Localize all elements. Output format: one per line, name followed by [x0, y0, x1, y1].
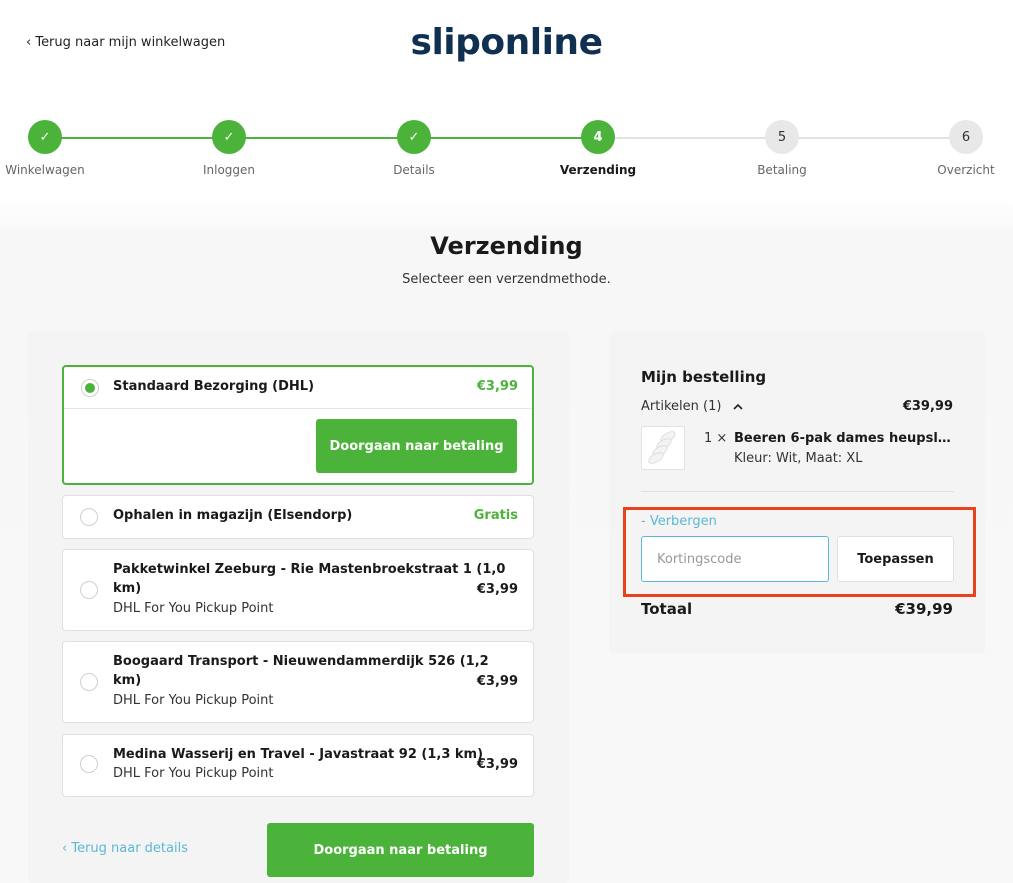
option-title-line2: km): [113, 581, 142, 596]
back-to-details-link[interactable]: ‹ Terug naar details: [62, 841, 188, 856]
option-subtitle: DHL For You Pickup Point: [113, 601, 274, 616]
option-price: €3,99: [476, 674, 518, 689]
step-label: Details: [393, 163, 435, 177]
check-icon: ✓: [28, 120, 62, 154]
shipping-option-medina-wasserij[interactable]: Medina Wasserij en Travel - Javastraat 9…: [62, 734, 534, 797]
radio-button[interactable]: [81, 379, 99, 397]
step-number: 6: [949, 120, 983, 154]
articles-toggle[interactable]: Artikelen (1): [641, 399, 744, 414]
step-winkelwagen[interactable]: ✓ Winkelwagen: [0, 120, 105, 177]
shipping-option-boogaard-transport[interactable]: Boogaard Transport - Nieuwendammerdijk 5…: [62, 641, 534, 723]
step-details[interactable]: ✓ Details: [354, 120, 474, 177]
step-number: 4: [581, 120, 615, 154]
total-label: Totaal: [641, 600, 693, 618]
shipping-option-pickup-warehouse[interactable]: Ophalen in magazijn (Elsendorp) Gratis: [62, 495, 534, 539]
option-title: Standaard Bezorging (DHL): [113, 379, 315, 394]
check-icon: ✓: [397, 120, 431, 154]
page-subtitle: Selecteer een verzendmethode.: [402, 272, 611, 287]
product-image-icon: [648, 431, 676, 464]
articles-price: €39,99: [902, 399, 953, 414]
page-title: Verzending: [430, 232, 583, 260]
item-quantity: 1 ×: [704, 431, 728, 446]
option-price: €3,99: [476, 757, 518, 772]
continue-payment-button-inline[interactable]: Doorgaan naar betaling: [316, 419, 517, 473]
step-betaling: 5 Betaling: [722, 120, 842, 177]
stepper-progress-line: [45, 137, 598, 139]
top-bar: ‹ Terug naar mijn winkelwagen sliponline: [0, 0, 1013, 100]
step-label: Winkelwagen: [5, 163, 85, 177]
item-name: Beeren 6-pak dames heupslips c...: [734, 431, 954, 446]
shipping-option-standard[interactable]: Standaard Bezorging (DHL) €3,99 Doorgaan…: [62, 365, 534, 485]
step-verzending: 4 Verzending: [538, 120, 658, 177]
radio-button[interactable]: [80, 508, 98, 526]
step-label: Betaling: [757, 163, 807, 177]
option-title-line1: Pakketwinkel Zeeburg - Rie Mastenbroekst…: [113, 562, 506, 577]
radio-button[interactable]: [80, 755, 98, 773]
radio-button[interactable]: [80, 673, 98, 691]
option-price: Gratis: [473, 508, 518, 523]
continue-payment-button[interactable]: Doorgaan naar betaling: [267, 823, 534, 877]
option-title: Medina Wasserij en Travel - Javastraat 9…: [113, 747, 484, 762]
option-price: €3,99: [476, 582, 518, 597]
step-label: Inloggen: [202, 163, 256, 177]
checkout-stepper: ✓ Winkelwagen ✓ Inloggen ✓ Details 4 Ver…: [0, 120, 1013, 190]
total-value: €39,99: [895, 600, 953, 618]
highlight-annotation-box: [623, 507, 976, 597]
product-thumbnail: [641, 426, 685, 470]
option-price: €3,99: [476, 379, 518, 394]
chevron-up-icon: [732, 403, 743, 410]
option-title-line1: Boogaard Transport - Nieuwendammerdijk 5…: [113, 654, 489, 669]
step-label: Verzending: [559, 163, 637, 177]
option-title: Ophalen in magazijn (Elsendorp): [113, 508, 353, 523]
shipping-option-pakketwinkel-zeeburg[interactable]: Pakketwinkel Zeeburg - Rie Mastenbroekst…: [62, 549, 534, 631]
step-number: 5: [765, 120, 799, 154]
order-summary-title: Mijn bestelling: [641, 368, 767, 386]
option-divider: [64, 408, 532, 409]
summary-divider: [641, 491, 954, 492]
sliponline-logo[interactable]: sliponline: [0, 22, 1013, 63]
step-inloggen[interactable]: ✓ Inloggen: [169, 120, 289, 177]
item-variant: Kleur: Wit, Maat: XL: [734, 451, 863, 466]
option-subtitle: DHL For You Pickup Point: [113, 766, 274, 781]
articles-label: Artikelen (1): [641, 399, 722, 414]
option-title-line2: km): [113, 673, 142, 688]
radio-button[interactable]: [80, 581, 98, 599]
option-subtitle: DHL For You Pickup Point: [113, 693, 274, 708]
step-label: Overzicht: [937, 163, 995, 177]
check-icon: ✓: [212, 120, 246, 154]
step-overzicht: 6 Overzicht: [906, 120, 1013, 177]
